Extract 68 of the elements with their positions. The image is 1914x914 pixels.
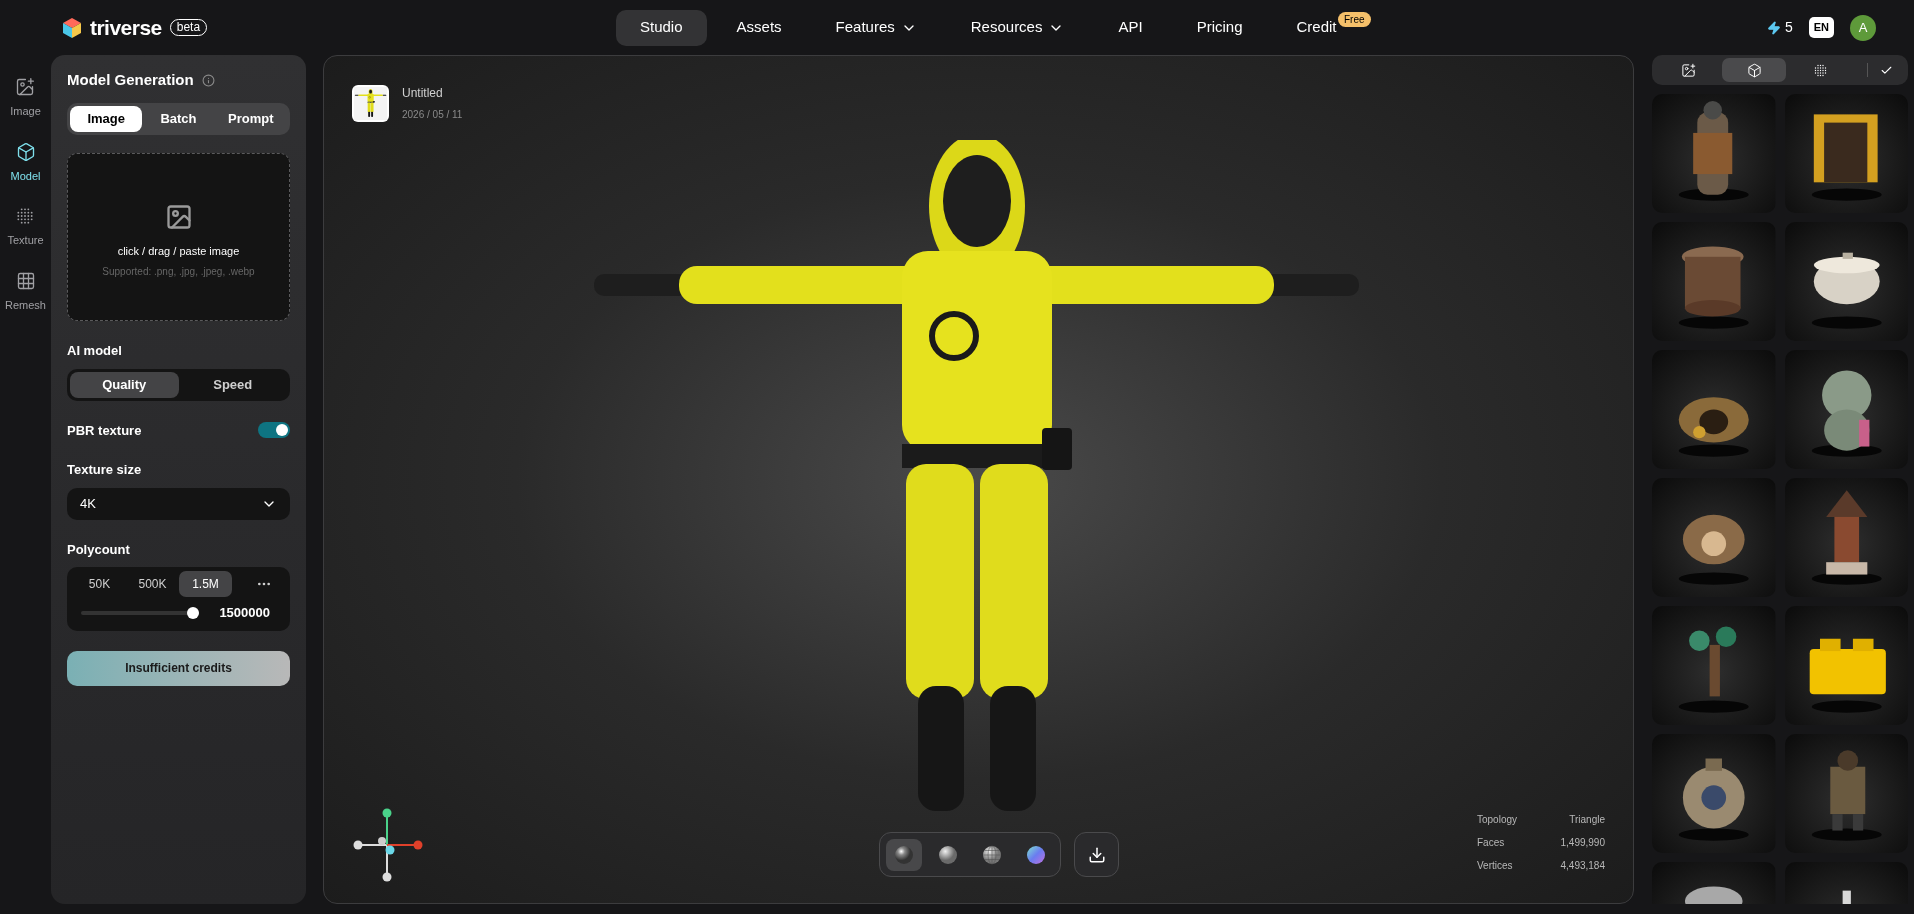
ai-model-option[interactable]: Speed <box>178 371 287 398</box>
rail-label: Remesh <box>5 297 46 313</box>
panel-title: Model Generation <box>67 69 194 90</box>
gallery-tab[interactable] <box>1722 58 1786 82</box>
rail-item[interactable]: Texture <box>7 206 44 249</box>
mode-tab[interactable]: Prompt <box>214 106 287 132</box>
brand-name: triverse <box>90 14 162 41</box>
upload-hint: click / drag / paste image <box>117 244 240 260</box>
cube-icon <box>15 141 36 162</box>
submit-button[interactable]: Insufficient credits <box>67 650 290 686</box>
download-icon <box>1087 845 1106 864</box>
rail-item[interactable]: Image <box>10 77 41 120</box>
nav-link[interactable]: Features <box>811 9 941 46</box>
sphere-icon <box>894 844 914 865</box>
free-badge: Free <box>1337 11 1371 27</box>
asset-thumbnail[interactable] <box>352 84 389 122</box>
cube-icon <box>1746 62 1762 78</box>
mode-tab[interactable]: Batch <box>142 106 215 132</box>
stat-label: Vertices <box>1477 859 1513 873</box>
nav-link[interactable]: Assets <box>712 9 806 46</box>
sphere-icon <box>938 844 958 865</box>
nav-link[interactable]: Resources <box>946 9 1089 46</box>
texture-size-label: Texture size <box>67 461 143 479</box>
pbr-toggle[interactable] <box>258 422 290 439</box>
pbr-label: PBR texture <box>67 421 142 440</box>
dots-icon <box>1812 62 1828 78</box>
stat-value: 4,493,184 <box>1560 859 1605 873</box>
asset-date: 2026 / 05 / 11 <box>402 108 463 122</box>
bolt-icon <box>1766 20 1781 35</box>
ai-model-label: AI model <box>67 342 123 360</box>
stat-label: Faces <box>1477 836 1505 850</box>
polycount-slider[interactable] <box>81 605 199 620</box>
polycount-preset[interactable]: 50K <box>73 571 126 597</box>
credit-count: 5 <box>1784 18 1793 37</box>
texture-size-select[interactable]: 4K <box>67 487 290 520</box>
nav-link[interactable]: API <box>1094 9 1167 46</box>
upload-dropzone[interactable]: click / drag / paste image Supported: .png, .jpg, .jpeg, .webp <box>67 153 290 321</box>
ai-model-option[interactable]: Quality <box>70 371 179 398</box>
rail-label: Model <box>10 168 41 184</box>
asset-title: Untitled <box>402 85 444 102</box>
stat-value: Triangle <box>1569 813 1605 827</box>
stat-value: 1,499,990 <box>1560 836 1605 850</box>
image-icon <box>1680 62 1696 78</box>
normal-sphere-icon <box>1026 844 1046 865</box>
polycount-label: Polycount <box>67 540 131 559</box>
download-button[interactable] <box>1074 832 1119 877</box>
rail-item[interactable]: Remesh <box>5 270 46 313</box>
stat-label: Topology <box>1477 813 1518 827</box>
image-icon <box>164 203 193 232</box>
render-mode-button[interactable] <box>886 838 922 871</box>
rail-label: Texture <box>7 233 44 248</box>
language-button[interactable]: EN <box>1808 17 1834 38</box>
info-icon <box>201 73 215 87</box>
dots-icon <box>15 206 36 226</box>
polycount-value: 1500000 <box>219 604 270 622</box>
rail-item[interactable]: Model <box>10 141 41 184</box>
nav-link[interactable]: Studio <box>616 9 707 46</box>
grid-icon <box>15 270 36 291</box>
mode-tab[interactable]: Image <box>70 106 143 132</box>
logo-icon <box>62 16 82 39</box>
rail-label: Image <box>10 104 41 119</box>
polycount-preset[interactable]: 1.5M <box>179 571 232 597</box>
polycount-preset[interactable]: 500K <box>126 571 179 597</box>
supported-formats: Supported: .png, .jpg, .jpeg, .webp <box>102 264 255 279</box>
wireframe-sphere-icon <box>982 844 1002 865</box>
nav-link[interactable]: Pricing <box>1172 9 1267 46</box>
slider-thumb[interactable] <box>187 606 200 619</box>
image-icon <box>15 77 36 97</box>
